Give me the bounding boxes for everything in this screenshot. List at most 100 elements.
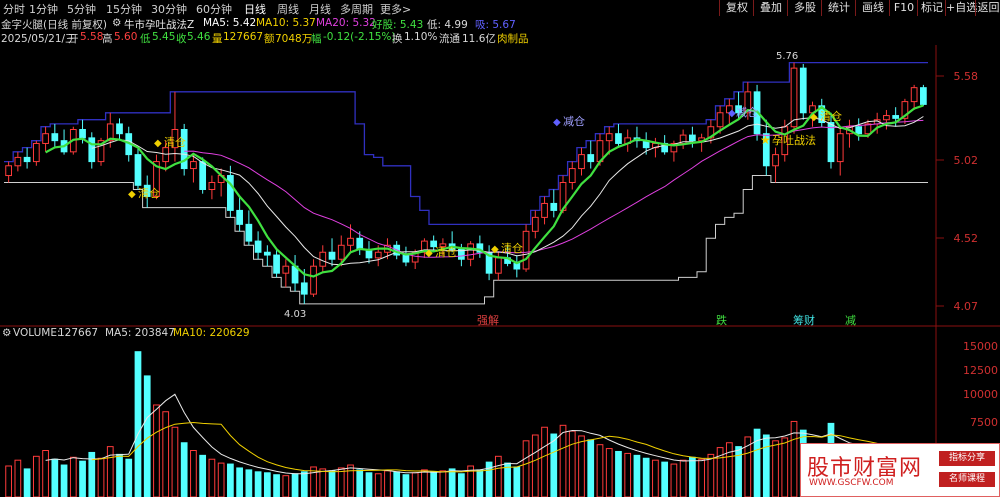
price-axis-label: 4.07 <box>954 300 979 313</box>
candle-body <box>88 137 96 163</box>
signal-diamond-icon: ◆ <box>810 112 818 123</box>
volume-bar <box>550 433 558 497</box>
candle-body <box>855 126 863 135</box>
candle-body <box>319 251 327 267</box>
volume-bar <box>439 470 447 497</box>
candle-body <box>494 257 502 274</box>
volume-bar <box>384 470 391 497</box>
signal-label: 清仓 <box>138 186 160 200</box>
volume-bar <box>134 351 142 497</box>
volume-bar <box>79 460 86 497</box>
bottom-tag: 强解 <box>477 313 499 327</box>
combo-signal-label: 孕吐战法 <box>772 133 816 147</box>
price-axis-label: 4.52 <box>954 232 979 245</box>
candle-body <box>328 251 336 260</box>
candle-body <box>273 254 280 274</box>
bottom-tag: 跌 <box>716 313 727 327</box>
kline-chart[interactable]: 5.58 5.02 4.52 4.07 15000 12500 10000 75… <box>0 0 1000 497</box>
candle-body <box>910 87 918 103</box>
watermark-tag: 名师课程 <box>939 472 995 487</box>
volume-axis-label: 12500 <box>963 364 998 377</box>
candle-body <box>836 133 844 163</box>
candle-body <box>14 156 22 167</box>
volume-bar <box>347 464 354 497</box>
volume-bar <box>97 457 105 497</box>
volume-bar <box>14 459 22 497</box>
volume-bar <box>51 458 59 497</box>
bottom-tag: 筹财 <box>793 313 815 327</box>
volume-bar <box>633 454 641 497</box>
volume-bar <box>60 464 68 497</box>
candle-body <box>79 129 86 139</box>
volume-bar <box>356 469 364 497</box>
candle-body <box>716 112 724 128</box>
volume-bar <box>171 426 179 497</box>
volume-axis-label: 15000 <box>963 340 998 353</box>
candle-body <box>689 134 696 142</box>
volume-bar <box>245 469 253 497</box>
volume-bar <box>199 454 207 497</box>
candle-body <box>587 154 595 163</box>
signal-label: 减仓 <box>563 114 585 128</box>
candle-body <box>550 202 558 211</box>
bottom-tag: 减 <box>845 314 856 327</box>
volume-bar <box>319 468 327 497</box>
volume-bar <box>762 434 770 497</box>
volume-bar <box>374 473 382 497</box>
candle-body <box>522 230 530 270</box>
watermark-url: WWW.GSCFW.COM <box>809 478 894 488</box>
signal-label: 清仓 <box>435 245 457 259</box>
candle-body <box>134 154 142 186</box>
volume-bar <box>541 426 548 497</box>
candle-body <box>347 237 354 246</box>
candle-body <box>374 251 382 259</box>
volume-bar <box>5 465 12 497</box>
volume-bar <box>725 442 733 497</box>
candle-body <box>531 216 539 232</box>
volume-bar <box>208 458 216 497</box>
signal-label: 清仓 <box>820 109 842 123</box>
candle-body <box>23 156 31 163</box>
volume-bar <box>69 456 77 497</box>
signal-diamond-icon: ◆ <box>425 248 433 259</box>
volume-bar <box>679 459 687 497</box>
volume-bar <box>615 450 622 497</box>
volume-bar <box>162 411 170 497</box>
signal-label: 清仓 <box>501 241 523 255</box>
signal-diamond-icon: ◆ <box>491 244 499 255</box>
volume-bar <box>300 471 308 497</box>
volume-settings-icon[interactable]: ⚙ <box>2 327 11 339</box>
volume-bar <box>273 474 280 497</box>
candle-body <box>282 265 290 274</box>
volume-bar <box>587 439 595 497</box>
candle-body <box>116 123 123 135</box>
volume-bar <box>328 470 336 497</box>
candle-body <box>32 142 40 163</box>
volume-bar <box>578 435 585 497</box>
volume-bar <box>753 428 761 497</box>
volume-bar <box>513 466 521 497</box>
signal-diamond-icon: ◆ <box>553 117 561 128</box>
candle-body <box>42 133 49 144</box>
volume-bar <box>458 473 465 497</box>
candle-body <box>578 154 585 170</box>
site-watermark-logo: 股市财富网 WWW.GSCFW.COM 指标分享 名师课程 <box>800 443 1000 497</box>
volume-bar <box>772 440 779 497</box>
volume-bar <box>254 471 262 497</box>
candle-body <box>310 265 317 295</box>
candle-body <box>245 223 253 242</box>
candle-body <box>772 154 779 167</box>
volume-bar <box>227 463 234 497</box>
candle-body <box>883 115 890 121</box>
candle-body <box>51 133 59 142</box>
volume-bar <box>180 442 188 497</box>
price-axis-label: 5.58 <box>954 70 979 83</box>
volume-bar <box>106 446 114 497</box>
candle-body <box>827 122 835 163</box>
volume-bar <box>282 475 290 497</box>
signal-diamond-icon: ◆ <box>154 138 162 149</box>
volume-bar <box>661 461 669 497</box>
volume-bar <box>698 458 705 497</box>
volume-bar <box>670 463 678 497</box>
high-price-label: 5.76 <box>776 51 798 62</box>
